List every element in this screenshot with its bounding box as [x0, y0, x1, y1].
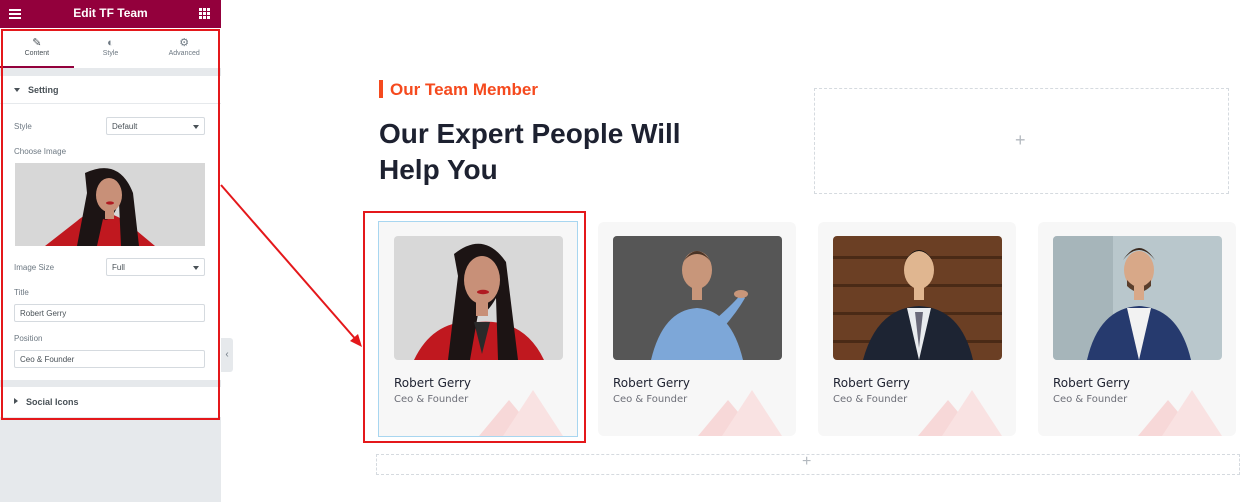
style-select[interactable]: Default [106, 117, 205, 135]
style-label: Style [14, 122, 32, 131]
caret-right-icon [14, 398, 18, 404]
social-icons-section[interactable]: Social Icons [0, 387, 221, 417]
image-size-select-value: Full [112, 263, 125, 272]
setting-heading: Setting [28, 85, 59, 95]
team-member-photo [613, 236, 782, 360]
add-new-section[interactable]: + [376, 453, 1240, 475]
empty-column-placeholder[interactable]: + [814, 88, 1229, 194]
section-heading: Our Expert People Will Help You [379, 116, 739, 188]
half-circle-icon: ◐ [107, 37, 114, 49]
panel-collapse-handle[interactable]: ‹ [221, 338, 233, 372]
image-chooser-preview[interactable] [15, 163, 205, 246]
position-label: Position [14, 334, 43, 343]
panel-tabs: ✎ Content ◐ Style ⚙ Advanced [0, 28, 221, 68]
position-input[interactable]: Ceo & Founder [14, 350, 205, 368]
subtitle-accent-bar [379, 80, 383, 98]
team-member-photo [394, 236, 563, 360]
image-size-label: Image Size [14, 263, 55, 272]
team-member-photo [833, 236, 1002, 360]
editor-panel: Edit TF Team ✎ Content ◐ Style ⚙ Advance… [0, 0, 221, 502]
team-member-name: Robert Gerry [833, 376, 911, 390]
tab-content[interactable]: ✎ Content [0, 28, 74, 68]
team-member-position: Ceo & Founder [613, 394, 688, 405]
team-card[interactable]: Robert Gerry Ceo & Founder [818, 222, 1016, 436]
image-size-select[interactable]: Full [106, 258, 205, 276]
tab-style[interactable]: ◐ Style [74, 28, 148, 68]
chevron-down-icon [193, 266, 199, 270]
pencil-icon: ✎ [32, 37, 42, 49]
setting-section-header[interactable]: Setting [0, 76, 221, 104]
team-card[interactable]: Robert Gerry Ceo & Founder [378, 221, 578, 437]
gear-icon: ⚙ [179, 37, 190, 49]
decorative-triangles [479, 390, 563, 436]
heading-line-2: Help You [379, 154, 498, 185]
tab-advanced[interactable]: ⚙ Advanced [147, 28, 221, 68]
team-member-position: Ceo & Founder [1053, 394, 1128, 405]
setting-section: Setting Style Default Choose Image Image… [0, 76, 221, 380]
team-member-position: Ceo & Founder [833, 394, 908, 405]
style-select-value: Default [112, 122, 138, 131]
team-member-name: Robert Gerry [613, 376, 691, 390]
add-widget-plus-icon[interactable]: + [1015, 130, 1026, 151]
tab-content-label: Content [24, 50, 50, 57]
tab-advanced-label: Advanced [168, 50, 200, 57]
heading-line-1: Our Expert People Will [379, 118, 681, 149]
caret-down-icon [14, 88, 20, 92]
decorative-triangles [698, 390, 782, 436]
team-member-name: Robert Gerry [1053, 376, 1131, 390]
team-member-name: Robert Gerry [394, 376, 472, 390]
social-icons-section-header[interactable]: Social Icons [0, 387, 221, 415]
title-label: Title [14, 288, 29, 297]
section-subtitle: Our Team Member [390, 80, 539, 99]
tab-style-label: Style [102, 50, 119, 57]
add-section-plus-icon[interactable]: + [802, 453, 811, 471]
team-member-position: Ceo & Founder [394, 394, 469, 405]
team-card[interactable]: Robert Gerry Ceo & Founder [1038, 222, 1236, 436]
title-input[interactable]: Robert Gerry [14, 304, 205, 322]
team-card[interactable]: Robert Gerry Ceo & Founder [598, 222, 796, 436]
team-member-photo [1053, 236, 1222, 360]
chevron-down-icon [193, 125, 199, 129]
choose-image-label: Choose Image [14, 147, 67, 156]
panel-title: Edit TF Team [73, 6, 148, 20]
decorative-triangles [918, 390, 1002, 436]
social-icons-heading: Social Icons [26, 397, 79, 407]
panel-header: Edit TF Team [0, 0, 221, 28]
decorative-triangles [1138, 390, 1222, 436]
widgets-grid-icon[interactable] [199, 8, 210, 19]
